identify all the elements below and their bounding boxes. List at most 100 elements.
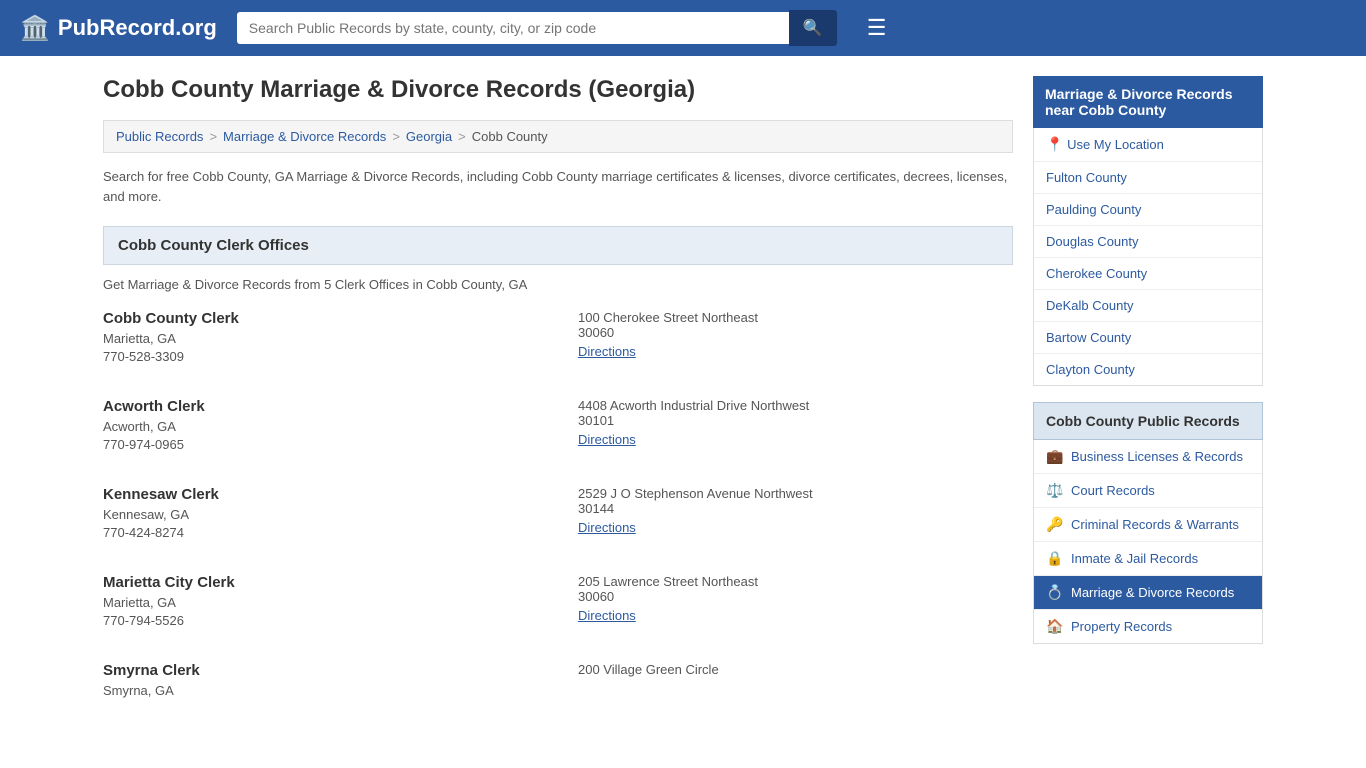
page-title: Cobb County Marriage & Divorce Records (…: [103, 76, 1013, 104]
pub-record-label-3: Inmate & Jail Records: [1071, 551, 1198, 566]
near-header: Marriage & Divorce Records near Cobb Cou…: [1033, 76, 1263, 128]
clerk-info-0: Cobb County Clerk Marietta, GA 770-528-3…: [103, 310, 538, 364]
pub-record-4[interactable]: 💍 Marriage & Divorce Records: [1034, 576, 1262, 610]
pub-records-header: Cobb County Public Records: [1033, 402, 1263, 440]
breadcrumb-sep-1: >: [209, 129, 217, 144]
sidebar-county-0[interactable]: Fulton County: [1034, 162, 1262, 194]
search-bar: 🔍: [237, 10, 837, 46]
pub-record-label-2: Criminal Records & Warrants: [1071, 517, 1239, 532]
pub-record-0[interactable]: 💼 Business Licenses & Records: [1034, 440, 1262, 474]
search-icon: 🔍: [803, 20, 823, 37]
pub-record-1[interactable]: ⚖️ Court Records: [1034, 474, 1262, 508]
clerk-entry-1: Acworth Clerk Acworth, GA 770-974-0965 4…: [103, 398, 1013, 462]
clerk-location-2: Kennesaw, GA: [103, 507, 538, 522]
pub-record-icon-2: 🔑: [1046, 516, 1064, 533]
clerk-name-0: Cobb County Clerk: [103, 310, 538, 327]
pub-record-icon-1: ⚖️: [1046, 482, 1064, 499]
clerk-location-3: Marietta, GA: [103, 595, 538, 610]
clerk-name-4: Smyrna Clerk: [103, 662, 538, 679]
main-container: Cobb County Marriage & Divorce Records (…: [83, 56, 1283, 755]
menu-button[interactable]: ☰: [867, 15, 887, 41]
pub-record-link-1[interactable]: ⚖️ Court Records: [1034, 474, 1262, 507]
directions-link-2[interactable]: Directions: [578, 520, 636, 535]
directions-link-0[interactable]: Directions: [578, 344, 636, 359]
logo-text: PubRecord.org: [58, 15, 217, 41]
clerk-location-0: Marietta, GA: [103, 331, 538, 346]
county-link-6[interactable]: Clayton County: [1034, 354, 1262, 385]
pub-record-link-3[interactable]: 🔒 Inmate & Jail Records: [1034, 542, 1262, 575]
clerk-entry-0: Cobb County Clerk Marietta, GA 770-528-3…: [103, 310, 1013, 374]
logo-icon: 🏛️: [20, 14, 50, 43]
clerk-addr-line1-2: 2529 J O Stephenson Avenue Northwest: [578, 486, 1013, 501]
clerk-name-1: Acworth Clerk: [103, 398, 538, 415]
use-location-link[interactable]: 📍 Use My Location: [1034, 128, 1262, 161]
pub-record-label-5: Property Records: [1071, 619, 1172, 634]
sidebar-county-6[interactable]: Clayton County: [1034, 354, 1262, 385]
pub-record-icon-3: 🔒: [1046, 550, 1064, 567]
use-location-item[interactable]: 📍 Use My Location: [1034, 128, 1262, 162]
clerk-addr-line1-4: 200 Village Green Circle: [578, 662, 1013, 677]
pub-record-5[interactable]: 🏠 Property Records: [1034, 610, 1262, 643]
pub-record-label-4: Marriage & Divorce Records: [1071, 585, 1234, 600]
county-link-4[interactable]: DeKalb County: [1034, 290, 1262, 321]
content-area: Cobb County Marriage & Divorce Records (…: [103, 76, 1013, 735]
pub-record-link-5[interactable]: 🏠 Property Records: [1034, 610, 1262, 643]
clerk-info-4: Smyrna Clerk Smyrna, GA: [103, 662, 538, 701]
pub-record-icon-5: 🏠: [1046, 618, 1064, 635]
pub-record-label-1: Court Records: [1071, 483, 1155, 498]
clerk-phone-2: 770-424-8274: [103, 525, 538, 540]
sidebar-county-3[interactable]: Cherokee County: [1034, 258, 1262, 290]
search-button[interactable]: 🔍: [789, 10, 837, 46]
sidebar-county-1[interactable]: Paulding County: [1034, 194, 1262, 226]
section-description: Get Marriage & Divorce Records from 5 Cl…: [103, 277, 1013, 292]
clerk-phone-1: 770-974-0965: [103, 437, 538, 452]
clerk-location-1: Acworth, GA: [103, 419, 538, 434]
breadcrumb-sep-3: >: [458, 129, 466, 144]
clerk-address-0: 100 Cherokee Street Northeast 30060 Dire…: [538, 310, 1013, 364]
breadcrumb-georgia[interactable]: Georgia: [406, 129, 452, 144]
clerk-addr-line1-3: 205 Lawrence Street Northeast: [578, 574, 1013, 589]
clerk-list: Cobb County Clerk Marietta, GA 770-528-3…: [103, 310, 1013, 711]
search-input[interactable]: [237, 12, 789, 44]
clerk-name-3: Marietta City Clerk: [103, 574, 538, 591]
county-link-0[interactable]: Fulton County: [1034, 162, 1262, 193]
clerk-addr-line2-3: 30060: [578, 589, 1013, 604]
clerk-address-4: 200 Village Green Circle: [538, 662, 1013, 701]
breadcrumb-public-records[interactable]: Public Records: [116, 129, 203, 144]
clerk-addr-line2-0: 30060: [578, 325, 1013, 340]
pub-records-list: 💼 Business Licenses & Records ⚖️ Court R…: [1033, 440, 1263, 644]
clerk-address-2: 2529 J O Stephenson Avenue Northwest 301…: [538, 486, 1013, 540]
breadcrumb: Public Records > Marriage & Divorce Reco…: [103, 120, 1013, 153]
clerk-address-1: 4408 Acworth Industrial Drive Northwest …: [538, 398, 1013, 452]
pub-record-link-2[interactable]: 🔑 Criminal Records & Warrants: [1034, 508, 1262, 541]
clerk-address-3: 205 Lawrence Street Northeast 30060 Dire…: [538, 574, 1013, 628]
pub-record-3[interactable]: 🔒 Inmate & Jail Records: [1034, 542, 1262, 576]
directions-link-1[interactable]: Directions: [578, 432, 636, 447]
clerk-addr-line1-1: 4408 Acworth Industrial Drive Northwest: [578, 398, 1013, 413]
directions-link-3[interactable]: Directions: [578, 608, 636, 623]
sidebar-county-5[interactable]: Bartow County: [1034, 322, 1262, 354]
use-location-label: Use My Location: [1067, 137, 1164, 152]
county-link-5[interactable]: Bartow County: [1034, 322, 1262, 353]
pub-record-link-4[interactable]: 💍 Marriage & Divorce Records: [1034, 576, 1262, 609]
clerk-entry-3: Marietta City Clerk Marietta, GA 770-794…: [103, 574, 1013, 638]
site-logo[interactable]: 🏛️ PubRecord.org: [20, 14, 217, 43]
clerk-addr-line1-0: 100 Cherokee Street Northeast: [578, 310, 1013, 325]
county-link-2[interactable]: Douglas County: [1034, 226, 1262, 257]
sidebar-county-4[interactable]: DeKalb County: [1034, 290, 1262, 322]
pub-record-link-0[interactable]: 💼 Business Licenses & Records: [1034, 440, 1262, 473]
county-link-1[interactable]: Paulding County: [1034, 194, 1262, 225]
pub-record-2[interactable]: 🔑 Criminal Records & Warrants: [1034, 508, 1262, 542]
breadcrumb-marriage-divorce[interactable]: Marriage & Divorce Records: [223, 129, 386, 144]
clerk-location-4: Smyrna, GA: [103, 683, 538, 698]
breadcrumb-cobb-county: Cobb County: [472, 129, 548, 144]
clerk-phone-3: 770-794-5526: [103, 613, 538, 628]
clerk-info-1: Acworth Clerk Acworth, GA 770-974-0965: [103, 398, 538, 452]
sidebar: Marriage & Divorce Records near Cobb Cou…: [1033, 76, 1263, 735]
sidebar-county-2[interactable]: Douglas County: [1034, 226, 1262, 258]
pub-record-icon-0: 💼: [1046, 448, 1064, 465]
pub-record-label-0: Business Licenses & Records: [1071, 449, 1243, 464]
breadcrumb-sep-2: >: [392, 129, 400, 144]
pub-record-icon-4: 💍: [1046, 584, 1064, 601]
county-link-3[interactable]: Cherokee County: [1034, 258, 1262, 289]
